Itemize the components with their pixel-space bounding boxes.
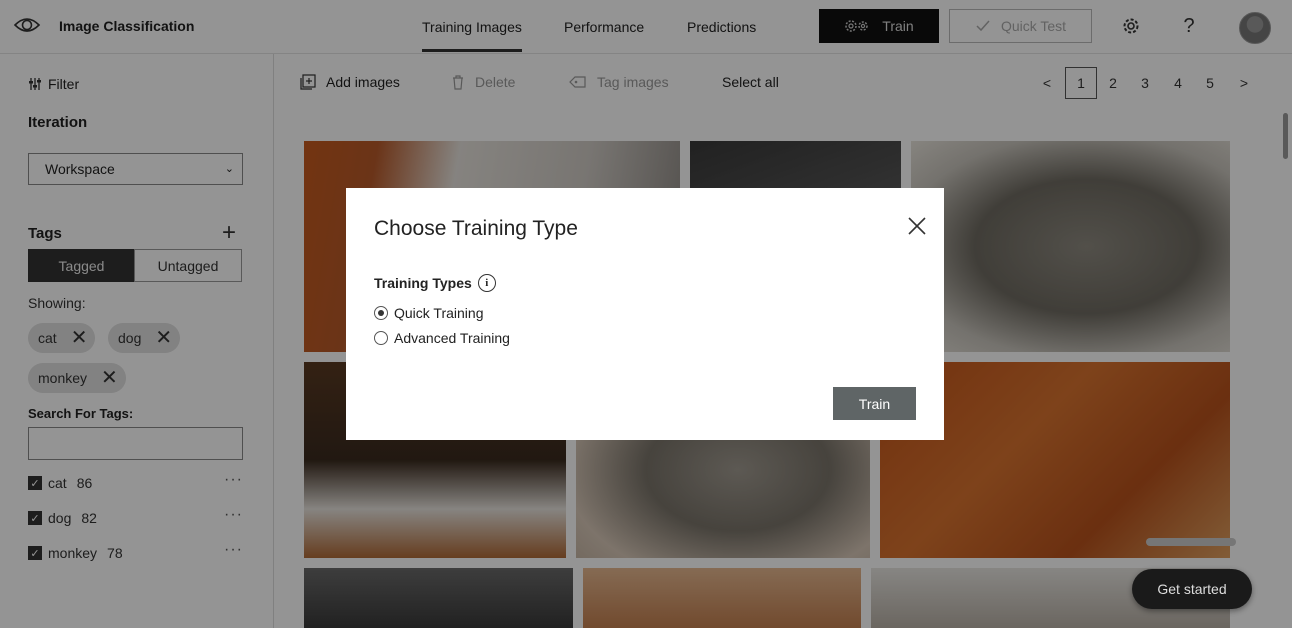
quick-training-label: Quick Training	[394, 305, 484, 321]
training-types-text: Training Types	[374, 275, 472, 291]
dialog-title: Choose Training Type	[374, 217, 578, 240]
radio-unselected-icon[interactable]	[374, 331, 388, 345]
info-icon[interactable]: i	[477, 274, 496, 292]
quick-training-option[interactable]: Quick Training	[374, 305, 483, 321]
get-started-button[interactable]: Get started	[1132, 569, 1252, 609]
training-types-label: Training Types i	[374, 274, 496, 292]
advanced-training-label: Advanced Training	[394, 330, 510, 346]
choose-training-type-dialog: Choose Training Type Training Types i Qu…	[346, 188, 944, 440]
dialog-train-button[interactable]: Train	[833, 387, 916, 420]
advanced-training-option[interactable]: Advanced Training	[374, 330, 510, 346]
radio-selected-icon[interactable]	[374, 306, 388, 320]
close-icon[interactable]	[906, 215, 928, 237]
